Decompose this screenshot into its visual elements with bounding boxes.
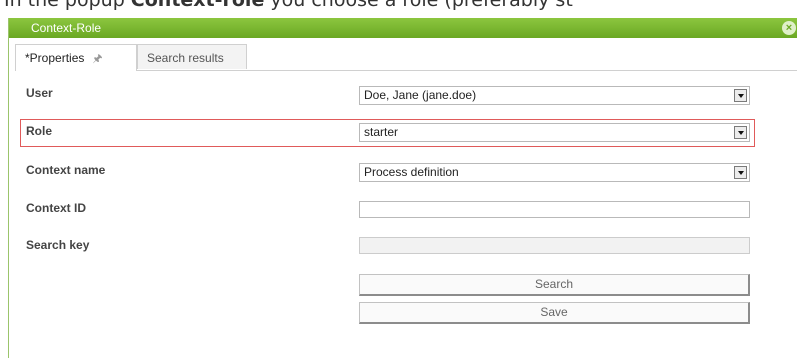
context-name-label: Context name (26, 163, 106, 177)
tab-properties[interactable]: *Properties 🖈 (15, 44, 137, 71)
save-button[interactable]: Save (359, 302, 750, 324)
context-name-select[interactable]: Process definition (359, 163, 750, 182)
dialog-title: Context-Role (31, 21, 102, 35)
search-key-input[interactable] (359, 237, 750, 254)
role-label: Role (26, 124, 53, 138)
chevron-down-icon[interactable] (734, 166, 747, 179)
search-key-label: Search key (26, 238, 90, 252)
context-id-label: Context ID (26, 201, 86, 215)
role-select-value: starter (364, 125, 399, 139)
chevron-down-icon[interactable] (734, 89, 747, 102)
user-select-value: Doe, Jane (jane.doe) (364, 88, 477, 102)
close-icon[interactable]: × (782, 21, 796, 35)
context-name-select-value: Process definition (364, 165, 459, 179)
user-select[interactable]: Doe, Jane (jane.doe) (359, 86, 750, 105)
tab-search-results[interactable]: Search results (137, 44, 247, 69)
search-button[interactable]: Search (359, 274, 750, 296)
tab-properties-label: *Properties (25, 51, 85, 65)
context-id-input[interactable] (359, 201, 750, 218)
pin-icon[interactable]: 🖈 (92, 53, 102, 65)
tab-bar: *Properties 🖈 Search results (15, 44, 797, 71)
instruction-text: In the popup Context-role you choose a r… (4, 0, 573, 11)
context-role-dialog: Context-Role × *Properties 🖈 Search resul… (8, 18, 797, 358)
role-select[interactable]: starter (359, 123, 750, 142)
dialog-title-bar[interactable]: Context-Role × (9, 18, 797, 38)
user-label: User (26, 86, 53, 100)
chevron-down-icon[interactable] (734, 126, 747, 139)
tab-search-results-label: Search results (147, 51, 224, 65)
